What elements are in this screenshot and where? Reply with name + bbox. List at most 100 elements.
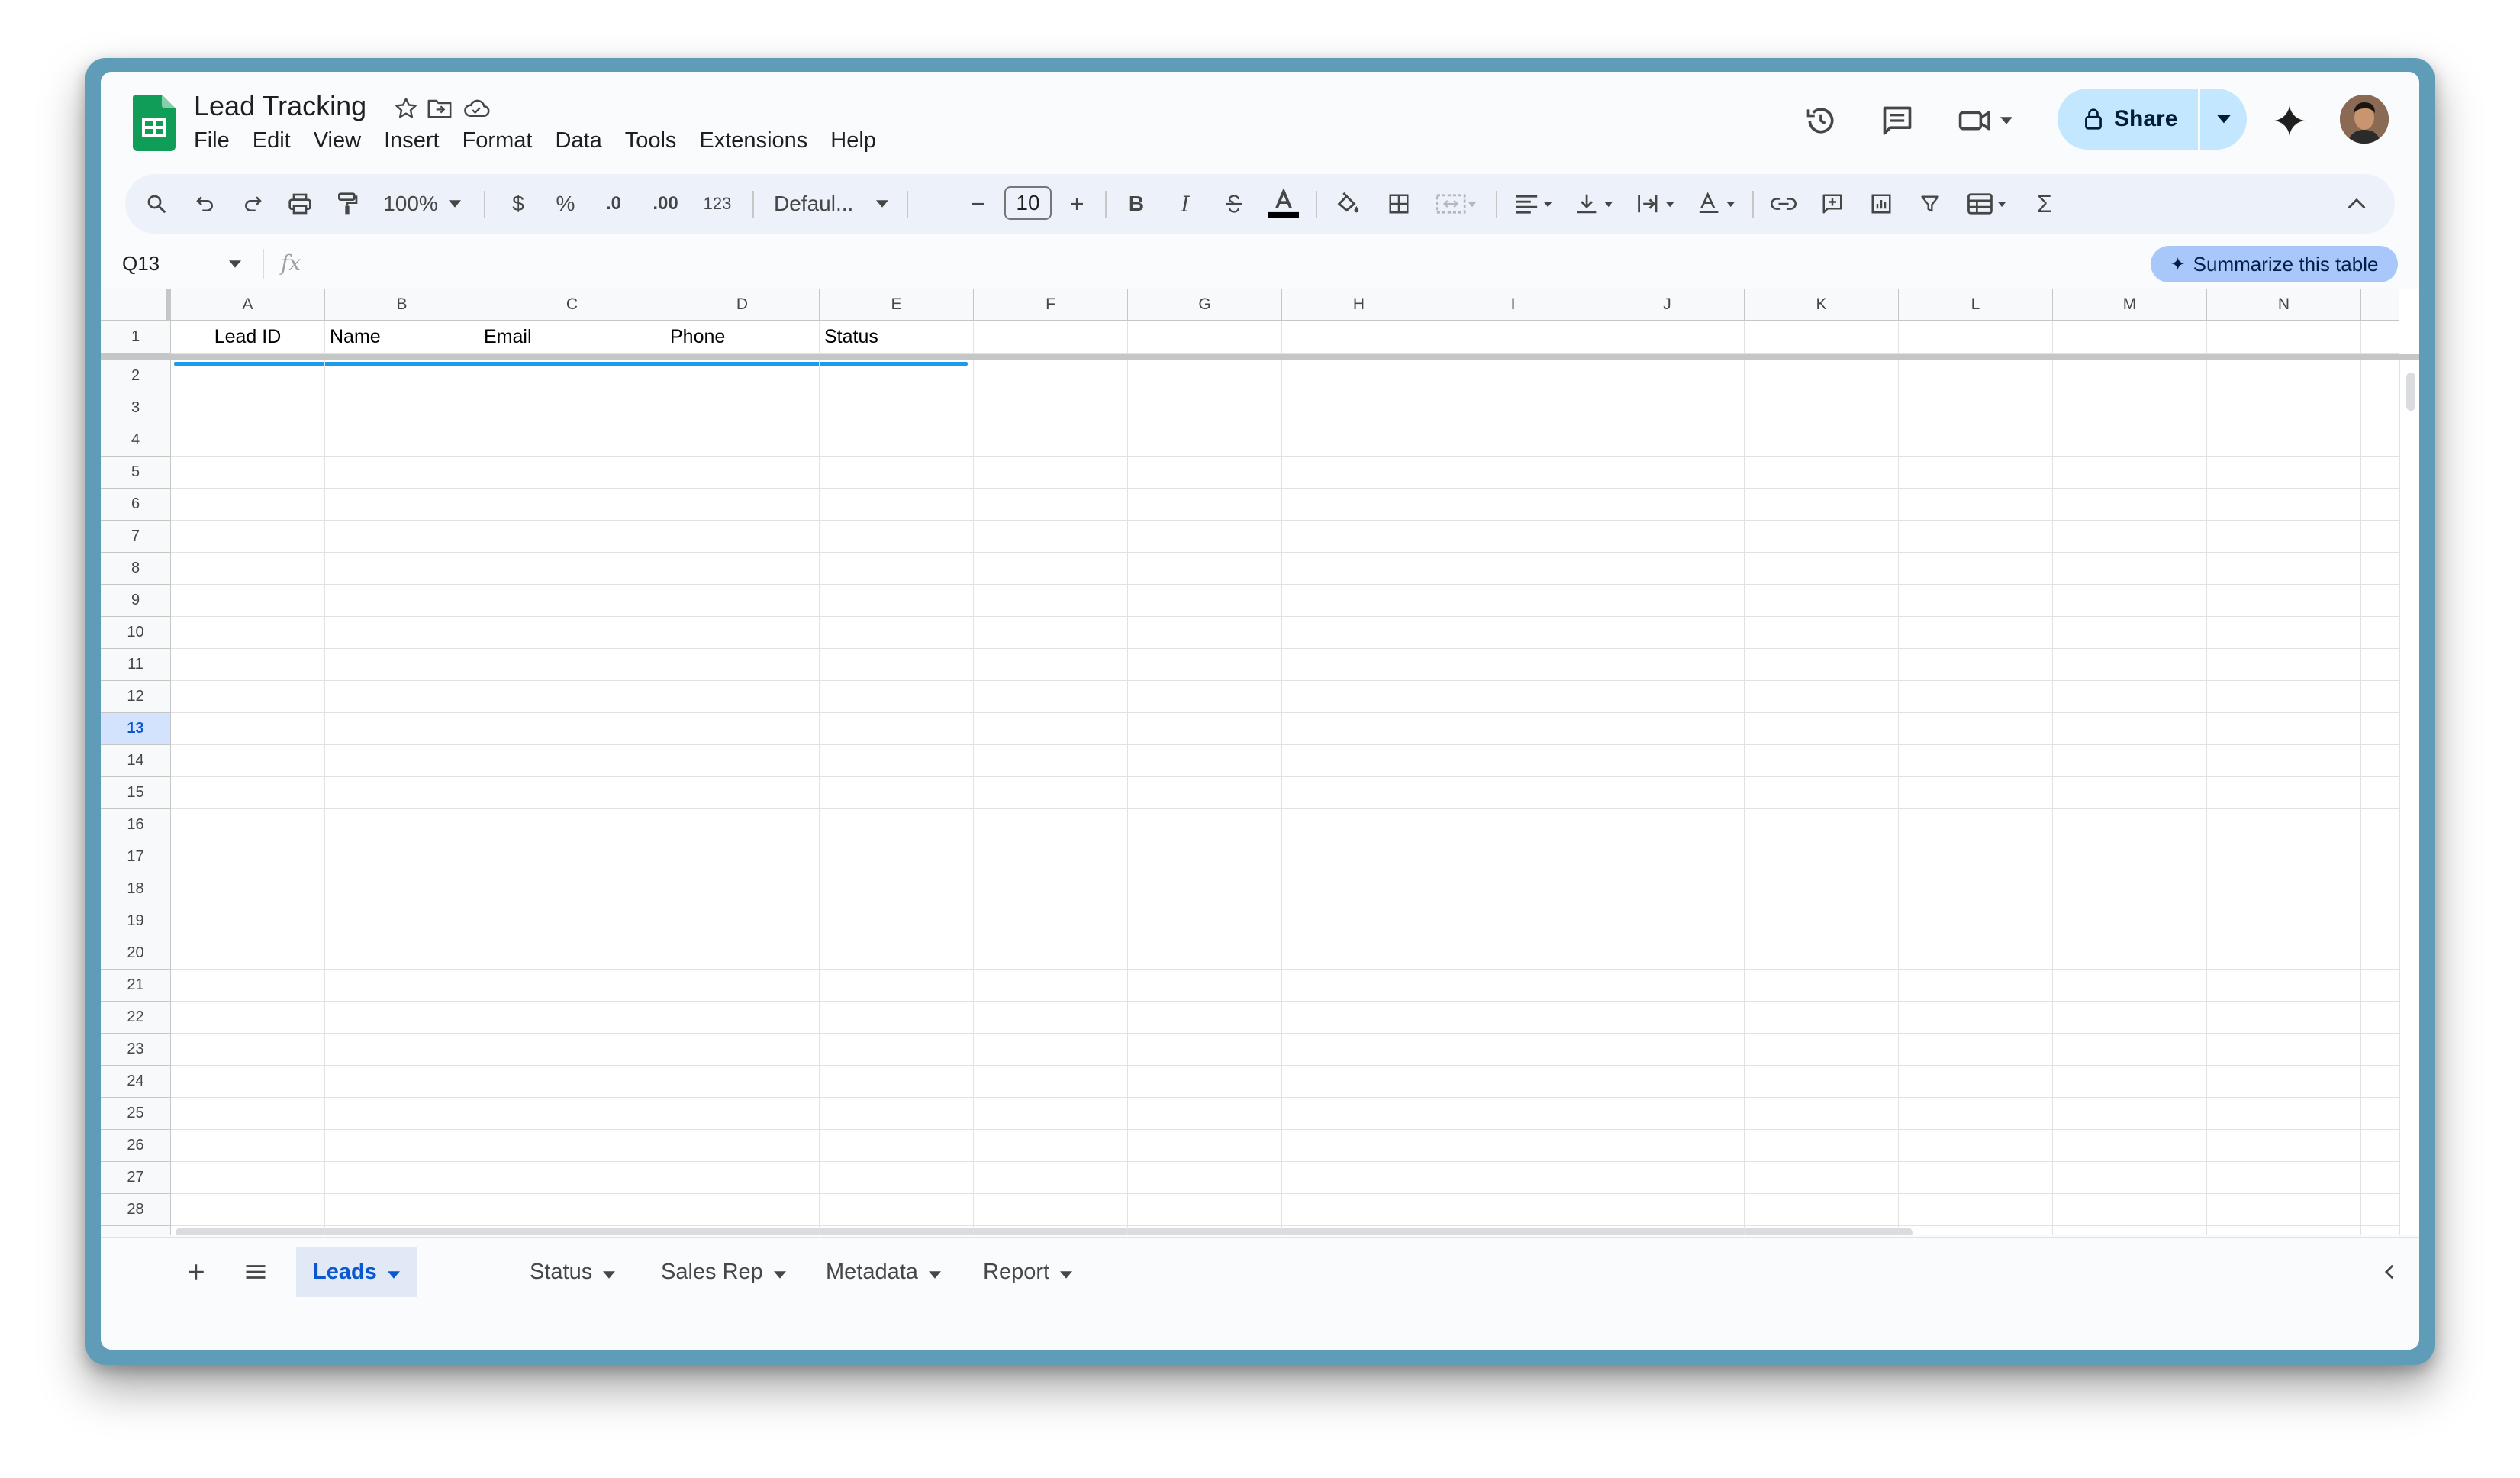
cell-i3[interactable]: [1436, 392, 1590, 424]
cell-c28[interactable]: [479, 1194, 665, 1226]
cell-k12[interactable]: [1745, 681, 1899, 713]
row-header-28[interactable]: 28: [101, 1194, 171, 1226]
cell-o18[interactable]: [2361, 873, 2399, 905]
cell-k16[interactable]: [1745, 809, 1899, 841]
cell-f22[interactable]: [974, 1002, 1128, 1034]
frozen-row-divider[interactable]: [101, 354, 171, 360]
menu-tools[interactable]: Tools: [625, 128, 677, 153]
cell-k24[interactable]: [1745, 1066, 1899, 1098]
cell-o29[interactable]: [2361, 1226, 2399, 1235]
cell-l21[interactable]: [1899, 970, 2053, 1002]
cell-h10[interactable]: [1282, 617, 1436, 649]
cell-h4[interactable]: [1282, 424, 1436, 457]
cell-o6[interactable]: [2361, 489, 2399, 521]
cell-e8[interactable]: [820, 553, 974, 585]
cell-a7[interactable]: [171, 521, 325, 553]
cell-j4[interactable]: [1590, 424, 1745, 457]
cell-b2[interactable]: [325, 360, 479, 392]
cell-b4[interactable]: [325, 424, 479, 457]
cell-l19[interactable]: [1899, 905, 2053, 937]
menu-help[interactable]: Help: [830, 128, 876, 153]
cell-h11[interactable]: [1282, 649, 1436, 681]
cell-j24[interactable]: [1590, 1066, 1745, 1098]
cell-e21[interactable]: [820, 970, 974, 1002]
cell-k9[interactable]: [1745, 585, 1899, 617]
cell-c11[interactable]: [479, 649, 665, 681]
cell-g19[interactable]: [1128, 905, 1282, 937]
cell-m29[interactable]: [2053, 1226, 2207, 1235]
cell-c27[interactable]: [479, 1162, 665, 1194]
cell-f14[interactable]: [974, 745, 1128, 777]
cell-o16[interactable]: [2361, 809, 2399, 841]
cell-f18[interactable]: [974, 873, 1128, 905]
cell-n25[interactable]: [2207, 1098, 2361, 1130]
cell-k18[interactable]: [1745, 873, 1899, 905]
cell-b15[interactable]: [325, 777, 479, 809]
cell-e4[interactable]: [820, 424, 974, 457]
cell-d24[interactable]: [665, 1066, 820, 1098]
cell-g16[interactable]: [1128, 809, 1282, 841]
menu-extensions[interactable]: Extensions: [699, 128, 807, 153]
row-header-2[interactable]: 2: [101, 360, 171, 392]
column-header-a[interactable]: A: [171, 289, 325, 321]
cell-h5[interactable]: [1282, 457, 1436, 489]
create-filter-icon[interactable]: [1909, 174, 1951, 234]
cell-m6[interactable]: [2053, 489, 2207, 521]
cell-j3[interactable]: [1590, 392, 1745, 424]
column-header-e[interactable]: E: [820, 289, 974, 321]
cell-i10[interactable]: [1436, 617, 1590, 649]
zoom-select[interactable]: 100%: [380, 174, 441, 234]
cell-c16[interactable]: [479, 809, 665, 841]
summarize-table-button[interactable]: ✦ Summarize this table: [2151, 246, 2398, 282]
cell-l7[interactable]: [1899, 521, 2053, 553]
cell-l4[interactable]: [1899, 424, 2053, 457]
functions-button[interactable]: Σ: [2025, 174, 2064, 234]
cell-b13[interactable]: [325, 713, 479, 745]
cell-b25[interactable]: [325, 1098, 479, 1130]
name-box-caret-icon[interactable]: [229, 258, 241, 272]
cell-a16[interactable]: [171, 809, 325, 841]
cell-k1[interactable]: [1745, 321, 1899, 354]
cell-g10[interactable]: [1128, 617, 1282, 649]
name-box[interactable]: Q13: [122, 252, 160, 276]
add-sheet-icon[interactable]: [177, 1253, 215, 1291]
cell-f27[interactable]: [974, 1162, 1128, 1194]
column-header-b[interactable]: B: [325, 289, 479, 321]
cell-h13[interactable]: [1282, 713, 1436, 745]
cell-m24[interactable]: [2053, 1066, 2207, 1098]
cell-d5[interactable]: [665, 457, 820, 489]
zoom-caret-icon[interactable]: [444, 174, 466, 234]
currency-format-button[interactable]: $: [499, 174, 537, 234]
font-family-select[interactable]: Defaul...: [765, 174, 878, 234]
cell-f15[interactable]: [974, 777, 1128, 809]
increase-font-size-icon[interactable]: [1058, 174, 1096, 234]
bold-button[interactable]: B: [1116, 174, 1157, 234]
cell-h18[interactable]: [1282, 873, 1436, 905]
cell-g1[interactable]: [1128, 321, 1282, 354]
cell-m26[interactable]: [2053, 1130, 2207, 1162]
row-header-8[interactable]: 8: [101, 553, 171, 585]
cell-g24[interactable]: [1128, 1066, 1282, 1098]
cell-i20[interactable]: [1436, 937, 1590, 970]
cell-f2[interactable]: [974, 360, 1128, 392]
row-header-15[interactable]: 15: [101, 777, 171, 809]
cell-f1[interactable]: [974, 321, 1128, 354]
row-header-11[interactable]: 11: [101, 649, 171, 681]
cell-k17[interactable]: [1745, 841, 1899, 873]
row-header-16[interactable]: 16: [101, 809, 171, 841]
cell-i26[interactable]: [1436, 1130, 1590, 1162]
cell-j15[interactable]: [1590, 777, 1745, 809]
cell-j27[interactable]: [1590, 1162, 1745, 1194]
cell-k19[interactable]: [1745, 905, 1899, 937]
cell-h25[interactable]: [1282, 1098, 1436, 1130]
cell-e28[interactable]: [820, 1194, 974, 1226]
borders-icon[interactable]: [1378, 174, 1420, 234]
menu-insert[interactable]: Insert: [384, 128, 440, 153]
undo-icon[interactable]: [186, 174, 224, 234]
row-header-24[interactable]: 24: [101, 1066, 171, 1098]
cell-k22[interactable]: [1745, 1002, 1899, 1034]
cell-n5[interactable]: [2207, 457, 2361, 489]
cell-d2[interactable]: [665, 360, 820, 392]
cell-c24[interactable]: [479, 1066, 665, 1098]
cell-k6[interactable]: [1745, 489, 1899, 521]
